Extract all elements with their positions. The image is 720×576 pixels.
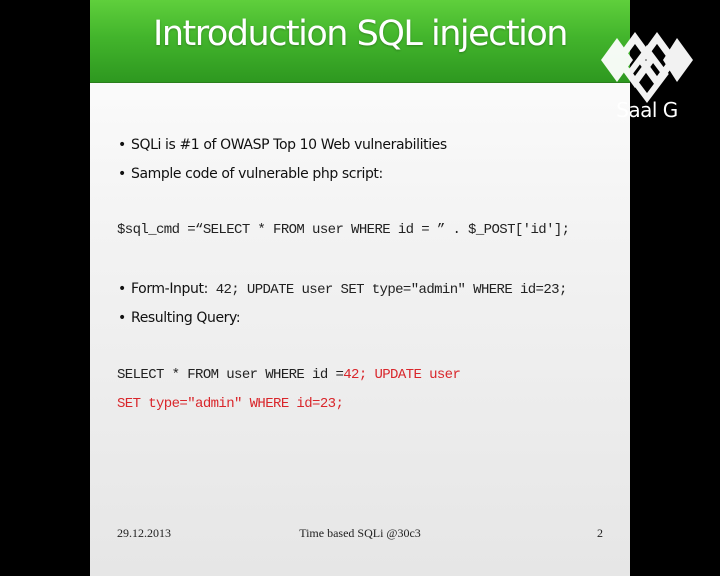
result-query-plain: SELECT * FROM user WHERE id =: [117, 367, 344, 383]
bullet-form-input: Form-Input: 42; UPDATE user SET type="ad…: [116, 275, 616, 304]
result-query-line-2: SET type="admin" WHERE id=23;: [117, 396, 344, 412]
result-query-injected: 42; UPDATE user: [343, 367, 461, 383]
bullet-owasp: SQLi is #1 of OWASP Top 10 Web vulnerabi…: [116, 131, 616, 160]
footer-talk-title: Time based SQLi @30c3: [299, 526, 421, 540]
form-input-label: Form-Input:: [131, 281, 208, 297]
video-frame: Introduction SQL injection SQLi is #1 of…: [0, 0, 720, 576]
intro-bullet-list: SQLi is #1 of OWASP Top 10 Web vulnerabi…: [116, 131, 616, 189]
slide-header: Introduction SQL injection: [90, 0, 630, 83]
bullet-resulting-query: Resulting Query:: [116, 304, 616, 333]
result-query-line-1: SELECT * FROM user WHERE id =42; UPDATE …: [117, 367, 461, 383]
saal-g-logo-text: Saal G: [616, 98, 678, 122]
bullet-sample-code: Sample code of vulnerable php script:: [116, 160, 616, 189]
slide-title: Introduction SQL injection: [153, 14, 568, 54]
presentation-slide: Introduction SQL injection SQLi is #1 of…: [90, 0, 630, 576]
footer-page-number: 2: [597, 526, 603, 540]
form-input-value: 42; UPDATE user SET type="admin" WHERE i…: [207, 282, 568, 298]
injection-bullet-list: Form-Input: 42; UPDATE user SET type="ad…: [116, 275, 616, 333]
vulnerable-code-line: $sql_cmd =“SELECT * FROM user WHERE id =…: [117, 222, 570, 238]
